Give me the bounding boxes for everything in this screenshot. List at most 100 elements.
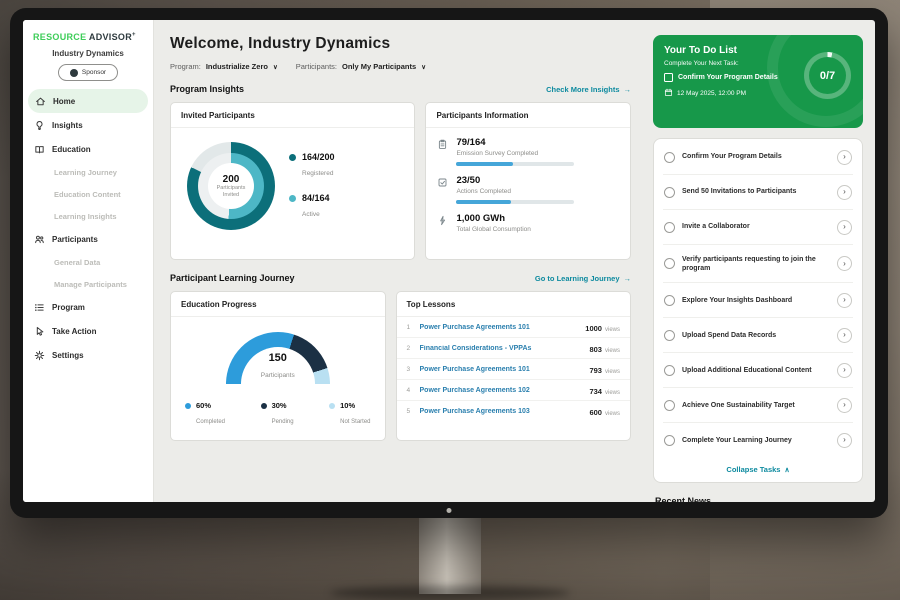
chevron-right-icon[interactable]: › (837, 150, 852, 165)
sidebar-item-education[interactable]: Education (23, 137, 153, 161)
sidebar-item-program[interactable]: Program (23, 295, 153, 319)
sidebar-item-general-data[interactable]: General Data (23, 251, 153, 273)
todo-panel: Your To Do List Complete Your Next Task:… (645, 20, 875, 502)
task-checkbox[interactable] (664, 295, 675, 306)
logo-plus: + (132, 32, 136, 38)
task-item[interactable]: Invite a Collaborator › (663, 210, 853, 245)
task-checkbox[interactable] (664, 152, 675, 163)
lesson-link[interactable]: Financial Considerations - VPPAs (420, 345, 583, 352)
participants-select[interactable]: Only My Participants ∨ (342, 62, 426, 71)
check-more-insights-link[interactable]: Check More Insights → (546, 85, 631, 94)
monitor-power-led (447, 508, 452, 513)
task-checkbox[interactable] (664, 330, 675, 341)
chevron-right-icon[interactable]: › (837, 433, 852, 448)
lesson-row[interactable]: 3 Power Purchase Agreements 101 793views (397, 359, 630, 380)
task-item[interactable]: Explore Your Insights Dashboard › (663, 283, 853, 318)
education-gauge-chart: 150 Participants (226, 332, 330, 385)
participants-select-value: Only My Participants (342, 62, 416, 71)
emission-survey-progress (456, 162, 574, 166)
caret-up-icon: ∧ (784, 466, 789, 474)
legend-item-active: 84/164Active (289, 193, 335, 221)
donut-center: 200 Participants Invited (208, 163, 254, 209)
legend-dot-completed (185, 403, 191, 409)
sidebar-item-take-action[interactable]: Take Action (23, 319, 153, 343)
lesson-row[interactable]: 5 Power Purchase Agreements 103 600views (397, 401, 630, 421)
task-item[interactable]: Achieve One Sustainability Target › (663, 388, 853, 423)
donut-legend: 164/200Registered 84/164Active (289, 152, 335, 221)
lesson-link[interactable]: Power Purchase Agreements 102 (420, 387, 583, 394)
sidebar-item-education-content[interactable]: Education Content (23, 183, 153, 205)
monitor-bezel: RESOURCE ADVISOR+ Industry Dynamics Spon… (10, 8, 888, 518)
monitor-stand (419, 516, 481, 594)
nav-label: Take Action (52, 327, 96, 336)
chevron-down-icon: ∨ (273, 63, 278, 71)
filter-bar: Program: Industrialize Zero ∨ Participan… (170, 62, 631, 71)
logo-resource: RESOURCE (33, 32, 86, 42)
lesson-row[interactable]: 4 Power Purchase Agreements 102 734views (397, 380, 630, 401)
task-checkbox[interactable] (664, 222, 675, 233)
sidebar-item-manage-participants[interactable]: Manage Participants (23, 273, 153, 295)
list-icon (34, 302, 45, 313)
participants-filter-label: Participants: (296, 62, 337, 71)
card-title: Education Progress (171, 292, 385, 317)
chevron-down-icon: ∨ (421, 63, 426, 71)
task-item[interactable]: Complete Your Learning Journey › (663, 423, 853, 457)
task-item[interactable]: Confirm Your Program Details › (663, 140, 853, 175)
todo-progress-ring: 0/7 (804, 52, 851, 99)
checkbox-icon[interactable] (664, 73, 673, 82)
task-list-card: Confirm Your Program Details › Send 50 I… (653, 138, 863, 483)
sidebar-item-learning-insights[interactable]: Learning Insights (23, 205, 153, 227)
sidebar-item-home[interactable]: Home (28, 89, 148, 113)
lightbulb-icon (34, 120, 45, 131)
chevron-right-icon[interactable]: › (837, 328, 852, 343)
legend-item-completed: 60%Completed (185, 401, 225, 428)
stat-actions-completed: 23/50 Actions Completed (426, 166, 630, 204)
sponsor-label: Sponsor (82, 69, 106, 76)
check-square-icon (436, 175, 448, 188)
task-checkbox[interactable] (664, 435, 675, 446)
lesson-row[interactable]: 1 Power Purchase Agreements 101 1000view… (397, 317, 630, 338)
people-icon (34, 234, 45, 245)
card-title: Invited Participants (171, 103, 414, 128)
card-title: Participants Information (426, 103, 630, 128)
photo-background: RESOURCE ADVISOR+ Industry Dynamics Spon… (0, 0, 900, 600)
sidebar-item-participants[interactable]: Participants (23, 227, 153, 251)
chevron-right-icon[interactable]: › (837, 185, 852, 200)
chevron-right-icon[interactable]: › (837, 363, 852, 378)
program-select[interactable]: Industrialize Zero ∨ (206, 62, 278, 71)
lesson-link[interactable]: Power Purchase Agreements 101 (420, 366, 583, 373)
chevron-right-icon[interactable]: › (837, 256, 852, 271)
task-item[interactable]: Upload Spend Data Records › (663, 318, 853, 353)
chevron-right-icon[interactable]: › (837, 293, 852, 308)
task-checkbox[interactable] (664, 400, 675, 411)
gear-icon (34, 350, 45, 361)
nav-label: Settings (52, 351, 84, 360)
lesson-link[interactable]: Power Purchase Agreements 101 (420, 324, 579, 331)
task-item[interactable]: Verify participants requesting to join t… (663, 245, 853, 283)
task-checkbox[interactable] (664, 258, 675, 269)
section-title-program-insights: Program Insights (170, 84, 244, 94)
invited-donut-chart: 200 Participants Invited (187, 142, 275, 230)
chevron-right-icon[interactable]: › (837, 398, 852, 413)
task-checkbox[interactable] (664, 187, 675, 198)
collapse-tasks-link[interactable]: Collapse Tasks ∧ (663, 457, 853, 479)
page-title: Welcome, Industry Dynamics (170, 35, 631, 53)
sidebar-item-settings[interactable]: Settings (23, 343, 153, 367)
nav-label: Insights (52, 121, 83, 130)
sidebar-item-learning-journey[interactable]: Learning Journey (23, 161, 153, 183)
legend-dot-pending (261, 403, 267, 409)
lesson-link[interactable]: Power Purchase Agreements 103 (420, 408, 583, 415)
task-checkbox[interactable] (664, 365, 675, 376)
sidebar-item-insights[interactable]: Insights (23, 113, 153, 137)
chevron-right-icon[interactable]: › (837, 220, 852, 235)
program-filter-label: Program: (170, 62, 201, 71)
go-to-learning-journey-link[interactable]: Go to Learning Journey → (535, 274, 631, 283)
recent-news-title: Recent News (655, 496, 861, 502)
legend-dot-active (289, 195, 296, 202)
lesson-row[interactable]: 2 Financial Considerations - VPPAs 803vi… (397, 338, 630, 359)
clipboard-icon (436, 137, 448, 150)
task-item[interactable]: Send 50 Invitations to Participants › (663, 175, 853, 210)
sponsor-badge[interactable]: Sponsor (58, 64, 118, 81)
legend-dot-not-started (329, 403, 335, 409)
task-item[interactable]: Upload Additional Educational Content › (663, 353, 853, 388)
